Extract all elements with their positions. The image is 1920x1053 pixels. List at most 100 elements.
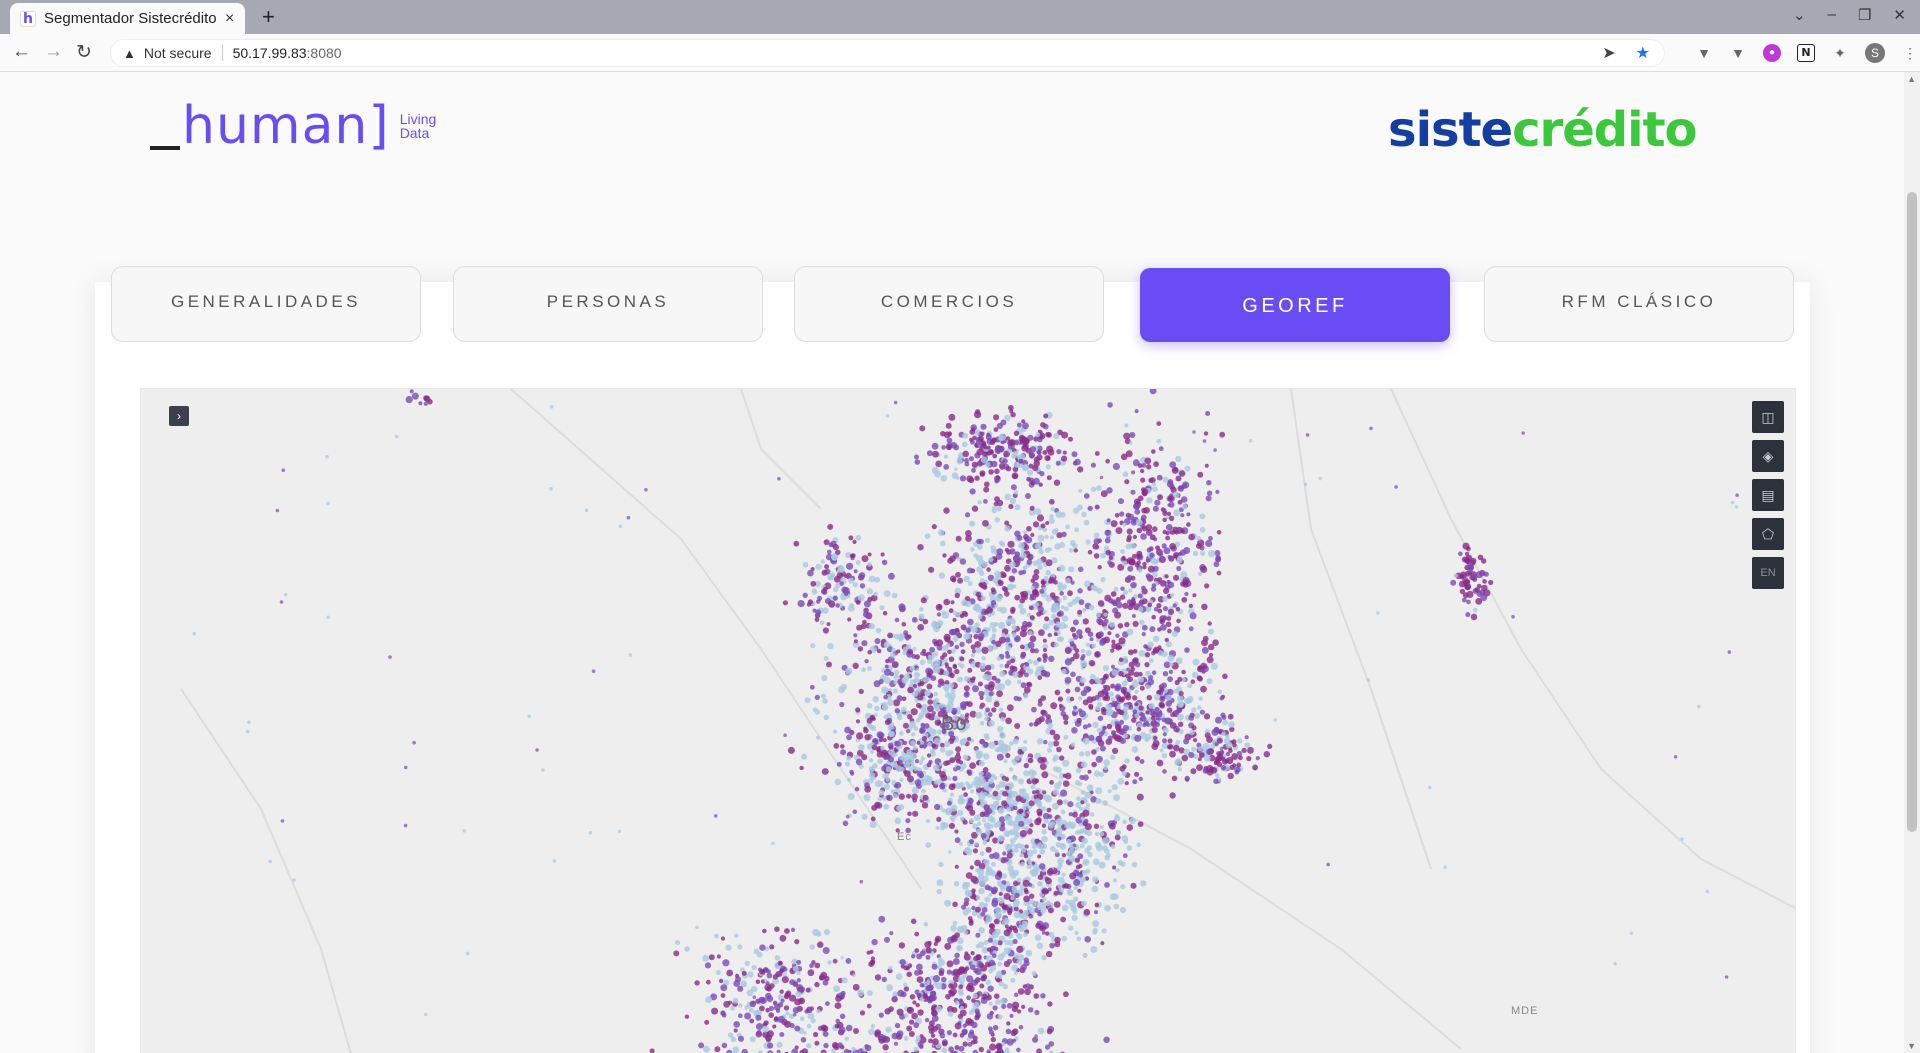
bookmark-star-icon[interactable]: ★ — [1636, 43, 1650, 63]
browser-tab[interactable]: h Segmentador Sistecrédito × — [10, 3, 245, 34]
map-point — [867, 777, 874, 784]
vuetify-extension-icon[interactable]: ▼ — [1695, 44, 1713, 62]
map-point — [983, 753, 990, 760]
map-point — [1470, 613, 1478, 621]
map-point — [279, 600, 284, 604]
scroll-down-icon[interactable]: ▼ — [1907, 1041, 1916, 1051]
map-point — [1131, 746, 1139, 753]
map-point — [1192, 658, 1200, 666]
map-point — [971, 1021, 978, 1029]
map-point — [985, 707, 990, 713]
restore-icon[interactable]: ❐ — [1858, 6, 1871, 24]
map-point — [1019, 852, 1024, 858]
map-point — [1055, 606, 1061, 611]
map-point — [1173, 574, 1180, 581]
map-point — [1231, 753, 1238, 760]
map-point — [1041, 888, 1047, 894]
map-point — [851, 1047, 856, 1052]
draw-polygon-icon[interactable]: ⬠ — [1752, 518, 1784, 550]
map-point — [909, 720, 917, 728]
vue-extension-icon[interactable]: ▼ — [1729, 44, 1747, 62]
tab-search-icon[interactable]: ⌄ — [1793, 6, 1806, 24]
map-point — [939, 746, 946, 753]
map-point — [1146, 464, 1152, 470]
map-canvas[interactable] — [141, 389, 1796, 1053]
map-point — [1097, 739, 1105, 747]
map-road — [510, 389, 922, 890]
map-point — [1110, 591, 1117, 597]
map-point — [1041, 806, 1047, 812]
reload-icon[interactable]: ↻ — [76, 41, 92, 64]
map-place-label: Ec — [897, 831, 912, 843]
profile-avatar[interactable]: S — [1865, 43, 1885, 63]
map-point — [1036, 514, 1045, 522]
map-view[interactable]: Bo Ec MDE › ◫ ◈ ▤ ⬠ EN — [140, 388, 1796, 1053]
scrollbar-thumb[interactable] — [1907, 192, 1917, 832]
send-icon[interactable]: ➤ — [1602, 43, 1615, 63]
map-point — [917, 544, 924, 551]
map-point — [918, 760, 924, 765]
map-point — [987, 985, 994, 992]
map-point — [948, 1046, 954, 1053]
split-view-icon[interactable]: ◫ — [1752, 401, 1784, 433]
map-point — [1181, 754, 1189, 762]
map-point — [954, 932, 960, 939]
map-point — [1009, 1013, 1014, 1018]
map-point — [966, 701, 973, 708]
purple-extension-icon[interactable]: ● — [1763, 44, 1781, 62]
map-point — [1070, 671, 1076, 678]
notion-extension-icon[interactable]: N — [1797, 44, 1815, 62]
map-point — [1075, 768, 1082, 774]
new-tab-button[interactable]: + — [262, 4, 275, 30]
table-icon[interactable]: ▤ — [1752, 479, 1784, 511]
map-point — [878, 915, 886, 923]
tab-georef[interactable]: GEOREF — [1140, 268, 1450, 342]
map-point — [843, 591, 849, 596]
tab-comercios[interactable]: COMERCIOS — [794, 266, 1104, 342]
tab-generalidades[interactable]: GENERALIDADES — [111, 266, 421, 342]
page-scrollbar[interactable]: ▲ ▼ — [1904, 72, 1920, 1053]
address-bar[interactable]: ▲ Not secure 50.17.99.83:8080 ➤ ★ — [110, 39, 1665, 67]
map-point — [1115, 633, 1120, 638]
tab-personas[interactable]: PERSONAS — [453, 266, 763, 342]
map-point — [1146, 606, 1151, 611]
warning-icon[interactable]: ▲ — [123, 46, 136, 61]
map-point — [1167, 738, 1173, 744]
map-point — [1072, 909, 1078, 914]
close-tab-icon[interactable]: × — [225, 10, 234, 28]
forward-icon[interactable]: → — [44, 41, 63, 63]
map-point — [898, 942, 906, 949]
map-point — [1151, 670, 1157, 675]
map-sidebar-toggle[interactable]: › — [169, 406, 189, 426]
map-point — [1190, 679, 1196, 684]
map-point — [944, 662, 949, 667]
extensions-puzzle-icon[interactable]: ✦ — [1831, 44, 1849, 62]
map-point — [1150, 557, 1157, 565]
map-point — [1153, 646, 1160, 653]
map-point — [1163, 547, 1171, 555]
close-window-icon[interactable]: ✕ — [1893, 6, 1906, 24]
map-point — [1205, 539, 1213, 548]
layers-icon[interactable]: ◈ — [1752, 440, 1784, 472]
map-point — [1212, 639, 1219, 646]
map-point — [1070, 742, 1076, 747]
language-toggle[interactable]: EN — [1752, 557, 1784, 589]
map-point — [896, 1030, 904, 1037]
map-point — [1027, 757, 1034, 764]
map-point — [1075, 796, 1081, 802]
map-point — [1134, 503, 1140, 510]
map-point — [1303, 482, 1308, 486]
map-point — [1014, 594, 1021, 601]
map-point — [1705, 889, 1709, 894]
minimize-icon[interactable]: – — [1828, 6, 1836, 24]
scroll-up-icon[interactable]: ▲ — [1907, 74, 1916, 84]
menu-kebab-icon[interactable]: ⋮ — [1901, 44, 1919, 62]
map-point — [999, 670, 1006, 677]
map-point — [823, 656, 829, 661]
map-point — [1096, 617, 1103, 624]
map-point — [1138, 671, 1143, 677]
map-point — [793, 540, 800, 547]
back-icon[interactable]: ← — [12, 41, 31, 63]
map-point — [975, 647, 982, 654]
tab-rfm-clasico[interactable]: RFM CLÁSICO — [1484, 266, 1794, 342]
